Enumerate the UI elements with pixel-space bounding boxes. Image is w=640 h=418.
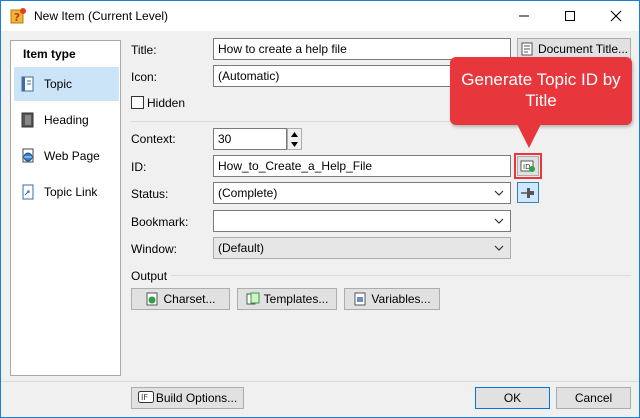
item-type-header: Item type: [23, 47, 76, 61]
topic-icon: [20, 76, 36, 92]
chevron-down-icon: [494, 190, 504, 196]
generate-id-icon: ID: [520, 160, 535, 172]
templates-icon: [246, 292, 260, 306]
charset-icon: [145, 292, 159, 306]
ok-button[interactable]: OK: [475, 387, 550, 409]
app-help-icon: ?: [9, 7, 27, 25]
minimize-button[interactable]: [501, 1, 547, 31]
close-icon: [610, 10, 622, 22]
pin-icon: [521, 187, 534, 198]
status-select[interactable]: (Complete): [213, 182, 511, 204]
dialog-window: ? New Item (Current Level) Item type Top…: [0, 0, 640, 418]
icon-label: Icon:: [131, 70, 158, 84]
icon-select[interactable]: (Automatic): [213, 65, 453, 87]
sidebar-item-label: Topic: [44, 77, 73, 91]
cancel-button[interactable]: Cancel: [556, 387, 631, 409]
bookmark-select[interactable]: [213, 210, 511, 232]
id-input[interactable]: How_to_Create_a_Help_File: [213, 155, 511, 177]
svg-text:?: ?: [14, 11, 20, 24]
build-options-icon: IF: [137, 391, 154, 405]
variables-button[interactable]: Variables...: [344, 288, 440, 310]
maximize-icon: [565, 11, 575, 21]
chevron-down-icon: [494, 245, 504, 251]
hidden-checkbox[interactable]: [131, 96, 144, 109]
context-label: Context:: [131, 132, 176, 146]
generate-topic-id-button[interactable]: ID: [517, 156, 539, 176]
output-separator: [171, 275, 631, 276]
heading-icon: [20, 112, 36, 128]
sidebar-item-topic-link[interactable]: Topic Link: [14, 175, 119, 209]
close-button[interactable]: [593, 1, 639, 31]
callout-annotation: Generate Topic ID by Title: [450, 57, 632, 125]
spin-down-icon[interactable]: [288, 139, 301, 149]
chevron-down-icon: [494, 218, 504, 224]
svg-text:IF: IF: [141, 393, 148, 402]
variables-icon: [353, 292, 367, 306]
id-label: ID:: [131, 160, 147, 174]
status-pin-button[interactable]: [517, 182, 539, 203]
templates-button[interactable]: Templates...: [237, 288, 337, 310]
build-options-button[interactable]: IF Build Options...: [131, 387, 244, 409]
sidebar-item-label: Topic Link: [44, 185, 98, 199]
hidden-label: Hidden: [147, 96, 186, 110]
title-label: Title:: [131, 43, 157, 57]
context-stepper[interactable]: [287, 128, 302, 150]
sidebar-item-topic[interactable]: Topic: [14, 67, 119, 101]
sidebar-item-label: Web Page: [44, 149, 100, 163]
callout-line-1: Generate Topic ID by: [461, 70, 621, 89]
spin-up-icon[interactable]: [288, 129, 301, 139]
maximize-button[interactable]: [547, 1, 593, 31]
context-input[interactable]: 30: [213, 128, 287, 150]
document-icon: [520, 42, 534, 56]
output-label: Output: [131, 269, 168, 283]
window-select[interactable]: (Default): [213, 237, 511, 259]
sidebar-item-label: Heading: [44, 113, 89, 127]
window-label: Window:: [131, 242, 178, 256]
topic-link-icon: [20, 184, 36, 200]
footer-separator: [1, 381, 639, 382]
title-bar[interactable]: ? New Item (Current Level): [1, 1, 639, 31]
sidebar-item-web-page[interactable]: Web Page: [14, 139, 119, 173]
item-type-list: Item type Topic Heading Web Page Topic L…: [10, 40, 121, 376]
callout-line-2: Title: [525, 91, 557, 110]
charset-button[interactable]: Charset...: [131, 288, 230, 310]
bookmark-label: Bookmark:: [131, 215, 189, 229]
sidebar-item-heading[interactable]: Heading: [14, 103, 119, 137]
window-title: New Item (Current Level): [34, 9, 169, 23]
status-label: Status:: [131, 187, 169, 201]
web-page-icon: [20, 148, 36, 164]
minimize-icon: [519, 15, 529, 17]
callout-pointer: [517, 124, 541, 148]
